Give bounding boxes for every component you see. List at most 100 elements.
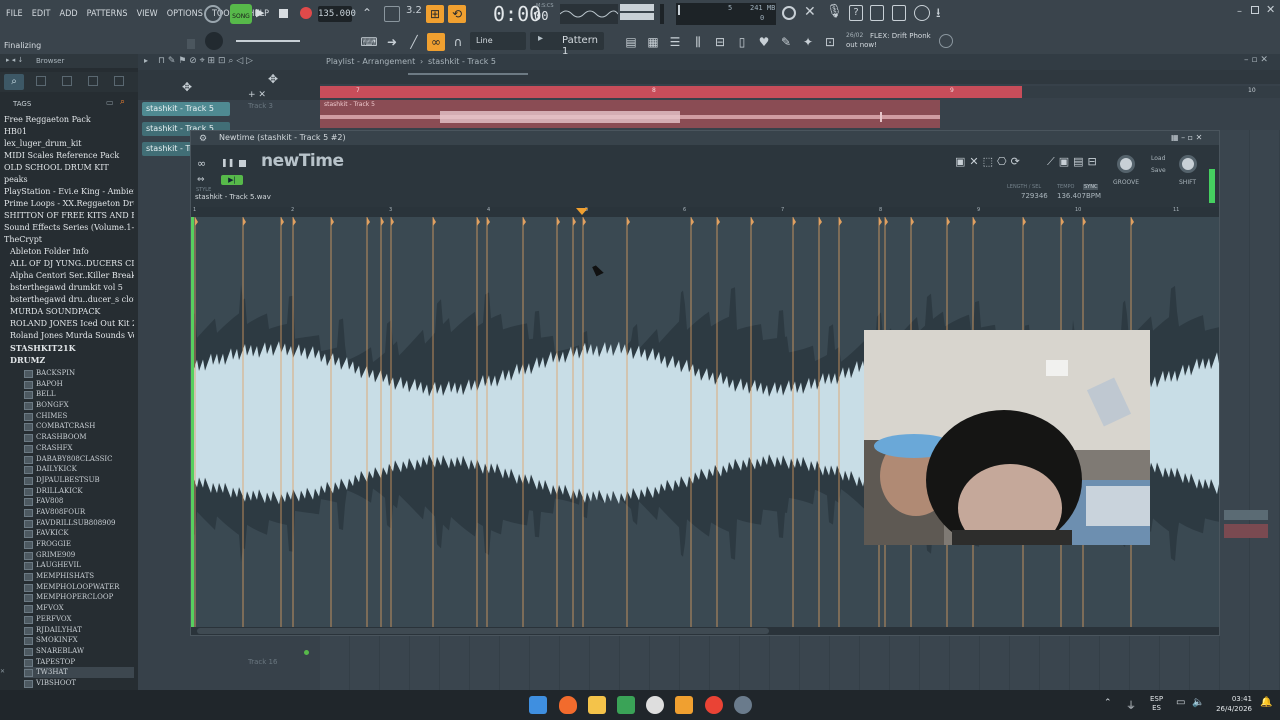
- clock[interactable]: 03:41 26/4/2026: [1214, 694, 1252, 714]
- browser-tag-item[interactable]: TheCrypt: [4, 234, 134, 246]
- browser-tag-item[interactable]: bsterthegawd drumkit vol 5: [4, 282, 134, 294]
- browser-tag-item[interactable]: bsterthegawd dru..ducer_s cloud]: [4, 294, 134, 306]
- browser-tag-item[interactable]: Sound Effects Series (Volume.1-10): [4, 222, 134, 234]
- menu-view[interactable]: VIEW: [135, 0, 160, 28]
- audio-clip[interactable]: stashkit - Track 5: [320, 100, 940, 128]
- load-button[interactable]: Load: [1151, 155, 1165, 162]
- browser-tag-item[interactable]: HB01: [4, 126, 134, 138]
- loop-icon[interactable]: ∞: [197, 157, 206, 170]
- countdown-icon[interactable]: 3.2: [406, 5, 422, 16]
- browser-folder-item[interactable]: CRASHBOOM: [24, 432, 134, 443]
- browser-tag-item[interactable]: Roland Jones Murda Sounds Vol.5: [4, 330, 134, 342]
- song-mode-button[interactable]: SONG: [230, 4, 252, 24]
- browser-folder-item[interactable]: DABABY808CLASSIC: [24, 454, 134, 465]
- playlist-tools-icons[interactable]: ⊓ ✎ ⚑ ⊘ ⌖ ⊞ ⊡ ⌕ ◁ ▷: [158, 56, 253, 66]
- browser-tag-item[interactable]: peaks: [4, 174, 134, 186]
- browser-folder-item[interactable]: DJPAULBESTSUB: [24, 475, 134, 486]
- stop-playback-icon[interactable]: [239, 160, 246, 167]
- clip-right-preview-red[interactable]: [1224, 524, 1268, 538]
- browser-folder-item[interactable]: CHIMES: [24, 411, 134, 422]
- browser-folder-item[interactable]: PERFVOX: [24, 614, 134, 625]
- live-app-icon[interactable]: [617, 696, 635, 714]
- browser-folder-item[interactable]: SMOKINFX: [24, 635, 134, 646]
- newtime-edit-icons[interactable]: ⟋▣▤⊟: [1047, 155, 1101, 169]
- news-ticker[interactable]: FLEX: Drift Phonk out now!: [846, 32, 936, 50]
- browser-folder-item[interactable]: FROGGIE: [24, 539, 134, 550]
- sync-play-button[interactable]: ▶|: [221, 175, 243, 185]
- star-view-icon[interactable]: [62, 76, 72, 86]
- browser-tag-item[interactable]: OLD SCHOOL DRUM KIT: [4, 162, 134, 174]
- tempo-display[interactable]: 135.000: [318, 6, 356, 22]
- metronome-icon[interactable]: ⌃: [362, 6, 376, 20]
- search-tags-icon[interactable]: ⌕: [120, 97, 125, 107]
- play-icon[interactable]: ▶: [256, 6, 264, 19]
- browser-tag-item[interactable]: Alpha Centori Ser..Killer Breaks 3: [4, 270, 134, 282]
- plugin-options-icon[interactable]: ⚙: [199, 132, 207, 146]
- browser-tag-item[interactable]: lex_luger_drum_kit: [4, 138, 134, 150]
- newtime-tool-icons[interactable]: ▣✕⬚⎔⟳: [955, 155, 1024, 168]
- pattern-song-toggle-icon[interactable]: [204, 5, 222, 23]
- language-indicator[interactable]: ESP ES: [1150, 695, 1163, 713]
- browser-folder-item[interactable]: VIBSHOOT: [24, 678, 134, 689]
- resize-icon[interactable]: ⇔: [197, 175, 205, 185]
- mixer-icon[interactable]: ✕: [804, 4, 816, 20]
- browser-tag-item[interactable]: STASHKIT21K: [4, 342, 134, 354]
- move-icon[interactable]: ✥: [268, 72, 278, 86]
- playlist-window-controls[interactable]: – ▫ ✕: [1244, 55, 1268, 65]
- plugin-view-icon[interactable]: [88, 76, 98, 86]
- newtime-ruler[interactable]: 1 2 3 4 5 6 7 8 9 10 11: [191, 207, 1219, 217]
- browser-view-icon[interactable]: ▯: [733, 33, 751, 51]
- browser-tag-item[interactable]: Ableton Folder Info: [4, 246, 134, 258]
- search-icon[interactable]: ⌕: [4, 74, 24, 90]
- chrome-icon[interactable]: [705, 696, 723, 714]
- cart-icon[interactable]: ⊡: [821, 33, 839, 51]
- link-icon[interactable]: ∞: [427, 33, 445, 51]
- playlist-icon[interactable]: ▤: [622, 33, 640, 51]
- blend-notes-icon[interactable]: ⊞: [426, 5, 444, 23]
- tray-mic-icon[interactable]: ⏚: [1126, 697, 1136, 712]
- menu-add[interactable]: ADD: [58, 0, 80, 28]
- download-icon[interactable]: ⭳: [936, 4, 941, 26]
- browser-folder-item[interactable]: FAVDRILLSUB808909: [24, 518, 134, 529]
- settings-icon[interactable]: [734, 696, 752, 714]
- browser-folder-item[interactable]: CRASHFX: [24, 443, 134, 454]
- network-icon[interactable]: ▭: [1176, 697, 1185, 708]
- snap-select[interactable]: Line: [470, 32, 526, 50]
- scroll-icon[interactable]: ✕: [0, 668, 14, 678]
- sync-button[interactable]: SYNC: [1083, 184, 1099, 190]
- magnet-icon[interactable]: ∩: [449, 33, 467, 51]
- obs-icon[interactable]: [646, 696, 664, 714]
- overview-scroll-handle[interactable]: [408, 73, 528, 75]
- browser-folder-item[interactable]: DRILLAKICK: [24, 486, 134, 497]
- pitch-slider[interactable]: [660, 4, 664, 24]
- loop-region[interactable]: [320, 86, 1022, 98]
- fl-studio-taskbar-icon[interactable]: [675, 696, 693, 714]
- channel-rack-icon[interactable]: ☰: [666, 33, 684, 51]
- recording-icon[interactable]: ✦: [799, 33, 817, 51]
- folder-view-icon[interactable]: [36, 76, 46, 86]
- newtime-scrollbar[interactable]: [191, 627, 1219, 635]
- close-icon[interactable]: ✕: [1266, 3, 1275, 16]
- online-icon[interactable]: [939, 34, 953, 48]
- shift-knob[interactable]: [1179, 155, 1197, 173]
- overview-bar[interactable]: [320, 70, 1280, 84]
- track-header-icons[interactable]: + ✕: [248, 90, 318, 100]
- browser-folder-item[interactable]: BACKSPIN: [24, 368, 134, 379]
- browser-folder-item[interactable]: RJDAILYHAT: [24, 625, 134, 636]
- browser-folder-item[interactable]: FAV808FOUR: [24, 507, 134, 518]
- maximize-icon[interactable]: [1251, 6, 1259, 14]
- browser-folder-item[interactable]: MEMPHOLOOPWATER: [24, 582, 134, 593]
- notification-icon[interactable]: 🔔: [1260, 697, 1272, 708]
- playlist-ruler[interactable]: 7 8 9 10: [320, 86, 1280, 98]
- record-icon[interactable]: [300, 7, 312, 19]
- pan-icon[interactable]: ✥: [182, 80, 192, 94]
- menu-file[interactable]: FILE: [4, 0, 25, 28]
- track-16-led[interactable]: [304, 650, 309, 655]
- master-pitch-slider[interactable]: [236, 40, 300, 42]
- browser-folder-item[interactable]: MEMPHOPERCLOOP: [24, 592, 134, 603]
- hint-bar-toggle[interactable]: [187, 39, 195, 49]
- menu-edit[interactable]: EDIT: [30, 0, 53, 28]
- browser-folder-item[interactable]: MFVOX: [24, 603, 134, 614]
- browser-tag-item[interactable]: MIDI Scales Reference Pack: [4, 150, 134, 162]
- browser-folder-item[interactable]: DAILYKICK: [24, 464, 134, 475]
